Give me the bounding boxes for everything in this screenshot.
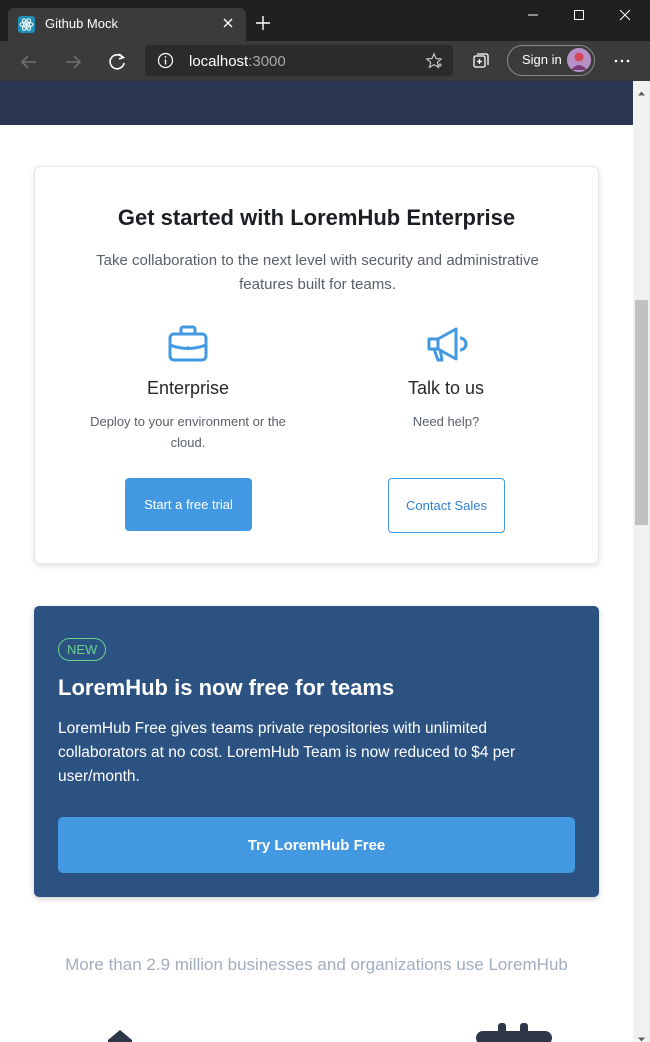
back-arrow-icon[interactable] [16, 49, 42, 75]
hero-section-bottom [0, 81, 633, 125]
profile-avatar-icon [567, 48, 591, 72]
try-loremhub-free-button[interactable]: Try LoremHub Free [58, 817, 575, 873]
new-tab-icon[interactable] [254, 14, 272, 32]
start-free-trial-button[interactable]: Start a free trial [125, 478, 252, 531]
scroll-down-arrow-icon[interactable] [637, 1029, 646, 1042]
browser-tab[interactable]: Github Mock [8, 8, 246, 41]
close-tab-icon[interactable] [220, 15, 236, 31]
address-bar[interactable]: localhost:3000 [145, 45, 453, 76]
favorite-star-icon[interactable] [425, 52, 443, 70]
megaphone-icon [424, 322, 468, 366]
free-teams-title: LoremHub is now free for teams [58, 675, 395, 700]
react-favicon-icon [18, 16, 35, 33]
info-icon[interactable] [157, 52, 174, 69]
enterprise-column-title: Enterprise [146, 378, 230, 398]
browser-toolbar: localhost:3000 Sign in [0, 41, 650, 81]
company-logo-icon [104, 1026, 136, 1042]
free-teams-description: LoremHub Free gives teams private reposi… [58, 720, 516, 785]
scrollbar-thumb[interactable] [635, 300, 648, 525]
company-logo-icon [476, 1023, 552, 1042]
page-viewport: Get started with LoremHub Enterprise Tak… [0, 81, 633, 1042]
enterprise-card: Get started with LoremHub Enterprise Tak… [34, 166, 599, 564]
url-text: localhost:3000 [189, 53, 286, 70]
enterprise-subtitle: Take collaboration to the next level wit… [96, 252, 539, 293]
contact-sales-button[interactable]: Contact Sales [388, 478, 505, 533]
talk-column-title: Talk to us [407, 378, 485, 398]
enterprise-column: Enterprise Deploy to your environment or… [63, 322, 313, 453]
talk-column: Talk to us Need help? [321, 322, 571, 432]
minimize-icon[interactable] [510, 0, 556, 30]
new-badge: NEW [58, 638, 107, 661]
sign-in-label: Sign in [522, 52, 562, 67]
tab-title: Github Mock [45, 16, 118, 31]
page-scrollbar[interactable] [633, 81, 650, 1042]
sign-in-button[interactable]: Sign in [507, 45, 595, 76]
talk-column-description: Need help? [412, 414, 480, 429]
free-teams-card: NEW LoremHub is now free for teams Lorem… [34, 606, 599, 897]
enterprise-column-description: Deploy to your environment or the cloud. [90, 414, 286, 450]
businesses-text: More than 2.9 million businesses and org… [65, 955, 568, 974]
maximize-icon[interactable] [556, 0, 602, 30]
collections-icon[interactable] [471, 51, 491, 71]
refresh-icon[interactable] [104, 49, 130, 75]
briefcase-icon [166, 322, 210, 366]
more-options-icon[interactable] [612, 51, 632, 71]
close-window-icon[interactable] [602, 0, 648, 30]
scroll-up-arrow-icon[interactable] [637, 83, 646, 96]
forward-arrow-icon[interactable] [60, 49, 86, 75]
browser-titlebar: Github Mock [0, 0, 650, 41]
enterprise-title: Get started with LoremHub Enterprise [117, 205, 516, 230]
